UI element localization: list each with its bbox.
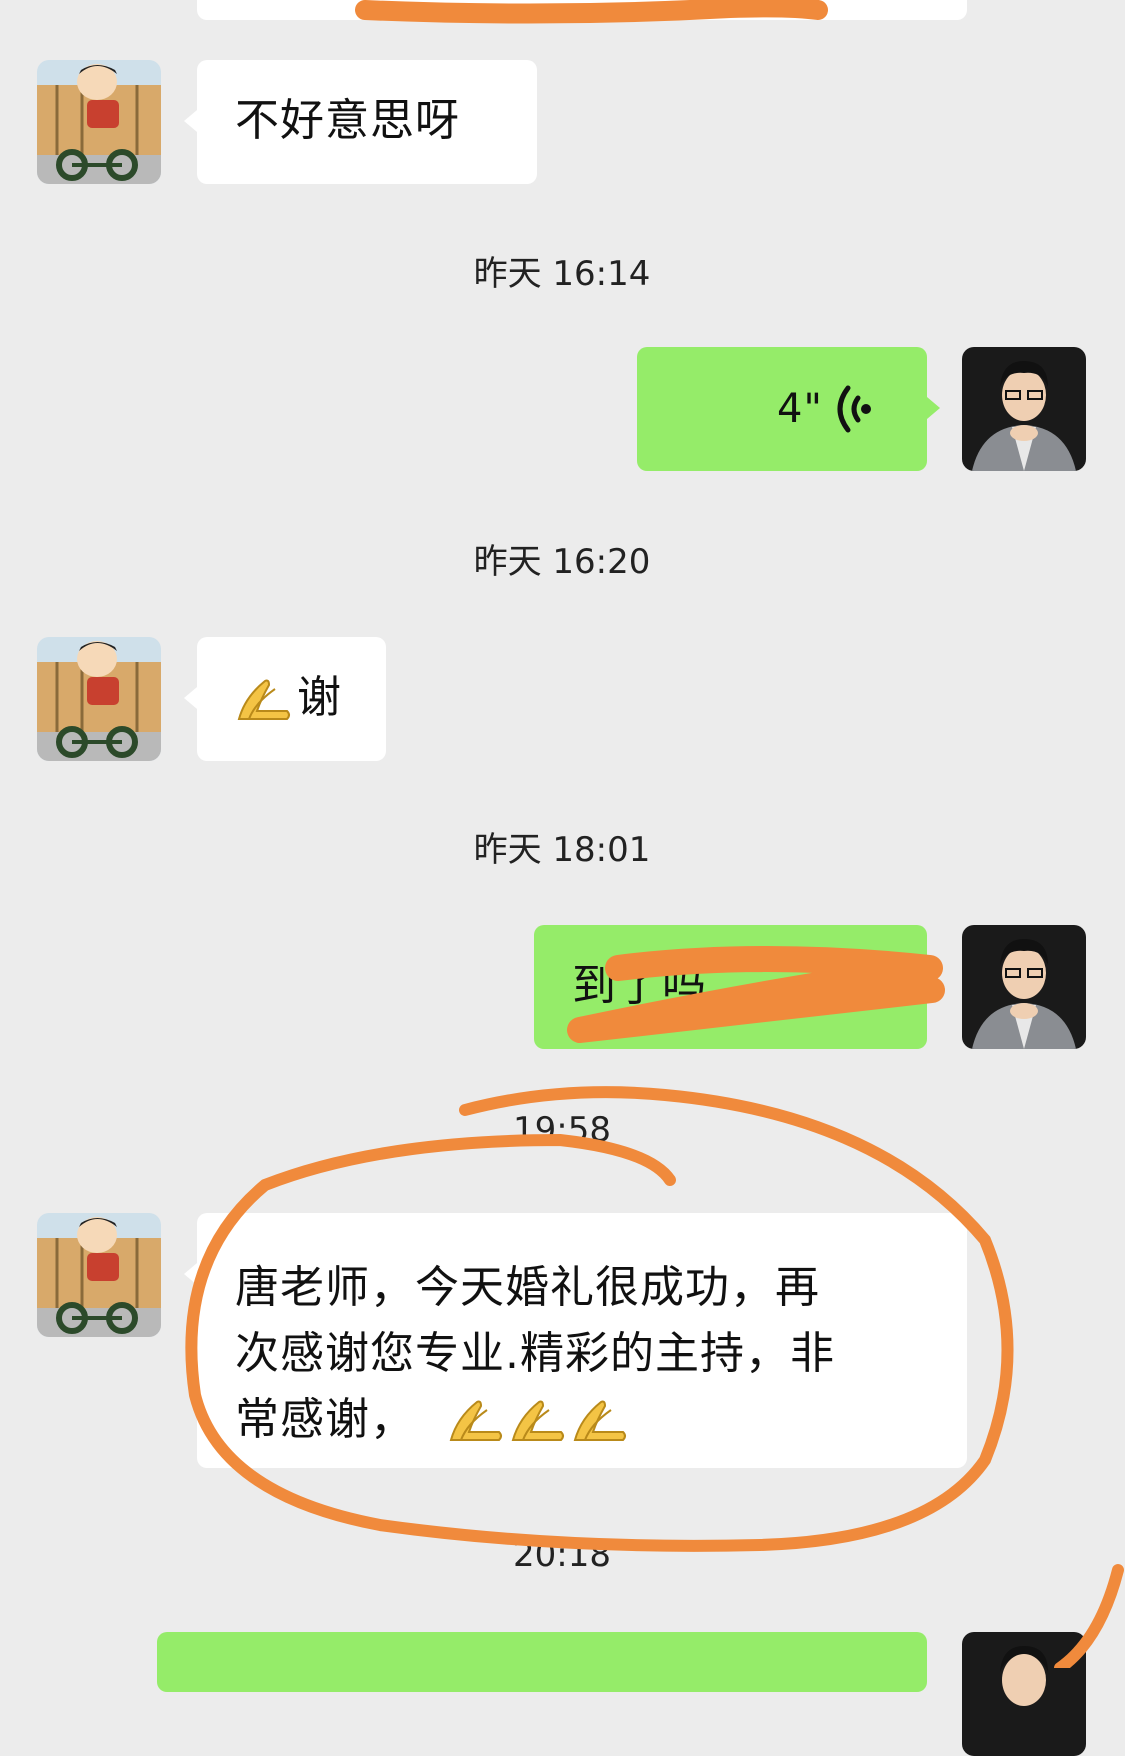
self-avatar[interactable] (962, 347, 1086, 471)
cartoon-boy-avatar-icon (37, 1213, 161, 1337)
message-timestamp: 19:58 (513, 1110, 611, 1150)
message-text: 到了吗 (572, 960, 707, 1011)
cartoon-boy-avatar-icon (37, 637, 161, 761)
incoming-message-bubble[interactable]: 谢 (197, 637, 386, 761)
message-timestamp: 昨天 18:01 (473, 830, 651, 870)
self-avatar-partial[interactable] (962, 1632, 1086, 1756)
message-timestamp: 昨天 16:14 (473, 254, 651, 294)
emoji-group (447, 1396, 647, 1446)
cartoon-boy-avatar-icon (37, 60, 161, 184)
folded-hands-emoji-icon (449, 1400, 626, 1441)
incoming-message-bubble[interactable]: 不好意思呀 (197, 60, 537, 184)
partial-message-bubble-top[interactable] (197, 0, 967, 20)
message-text-line: 次感谢您专业.精彩的主持，非 (235, 1328, 835, 1379)
message-timestamp: 昨天 16:20 (473, 542, 651, 582)
message-text-line: 常感谢， (235, 1394, 415, 1445)
folded-hands-emoji-icon (237, 679, 290, 720)
contact-avatar[interactable] (37, 1213, 161, 1337)
man-portrait-avatar-icon (962, 1632, 1086, 1756)
message-text: 不好意思呀 (235, 95, 460, 146)
message-timestamp: 20:18 (513, 1535, 611, 1575)
outgoing-voice-bubble[interactable]: 4" (637, 347, 927, 471)
man-portrait-avatar-icon (962, 925, 1086, 1049)
voice-duration: 4" (777, 386, 823, 432)
outgoing-message-bubble[interactable]: 到了吗 (534, 925, 927, 1049)
contact-avatar[interactable] (37, 637, 161, 761)
incoming-message-bubble[interactable]: 唐老师，今天婚礼很成功，再 次感谢您专业.精彩的主持，非 常感谢， (197, 1213, 967, 1468)
message-text-line: 唐老师，今天婚礼很成功，再 (235, 1262, 820, 1313)
outgoing-message-bubble-partial[interactable] (157, 1632, 927, 1692)
message-text: 谢 (297, 672, 342, 723)
voice-wave-icon (837, 385, 871, 433)
self-avatar[interactable] (962, 925, 1086, 1049)
man-portrait-avatar-icon (962, 347, 1086, 471)
contact-avatar[interactable] (37, 60, 161, 184)
